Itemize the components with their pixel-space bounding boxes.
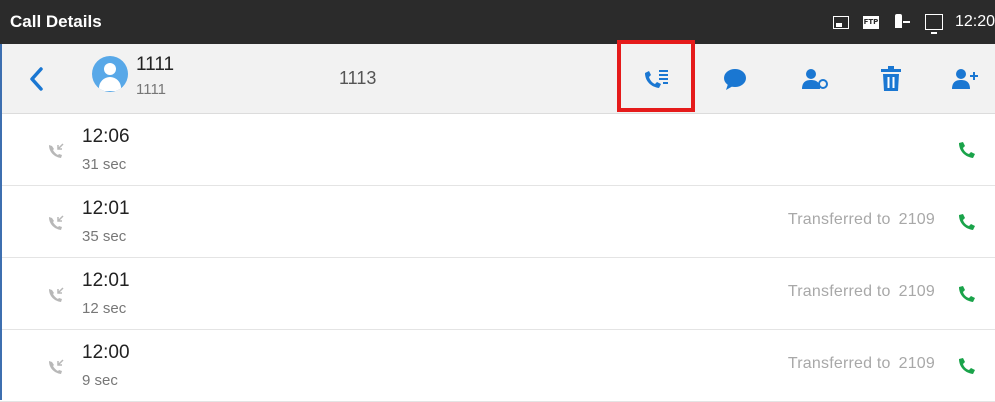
monitor-icon (924, 14, 943, 34)
call-back-button[interactable] (951, 278, 983, 310)
call-time: 12:00 (82, 342, 130, 363)
call-details-header: 1111 1111 1113 (0, 44, 995, 114)
call-duration: 31 sec (82, 156, 127, 173)
back-chevron-icon[interactable] (26, 65, 48, 93)
ftp-icon: FTP (862, 15, 879, 29)
image-icon (832, 15, 849, 29)
add-contact-button[interactable] (930, 44, 995, 114)
call-time: 12:06 (82, 126, 130, 147)
call-back-button[interactable] (951, 206, 983, 238)
call-direction-icon (49, 359, 64, 374)
call-duration: 12 sec (82, 300, 127, 317)
call-duration: 35 sec (82, 228, 127, 245)
call-log-button[interactable] (621, 44, 691, 114)
call-log-icon (645, 70, 668, 88)
call-back-button[interactable] (951, 134, 983, 166)
status-bar: Call Details FTP 12:20 (0, 0, 995, 44)
status-clock: 12:20 (954, 13, 995, 30)
contact-settings-icon (802, 69, 828, 89)
phone-icon (959, 142, 975, 158)
screen-edge (0, 44, 2, 400)
contact-settings-button[interactable] (780, 44, 850, 114)
transfer-number: 2109 (898, 355, 935, 372)
phone-icon (959, 286, 975, 302)
phone-icon (959, 358, 975, 374)
call-note: Transferred to 2109 (788, 355, 935, 373)
call-time: 12:01 (82, 270, 130, 291)
transfer-label: Transferred to (787, 355, 891, 372)
call-note: Transferred to 2109 (788, 211, 935, 229)
local-account-number: 1113 (339, 68, 377, 88)
transfer-number: 2109 (898, 283, 935, 300)
window-title: Call Details (10, 12, 102, 31)
call-note: Transferred to 2109 (788, 283, 935, 301)
call-row[interactable]: 12:06 31 sec (0, 114, 995, 186)
transfer-number: 2109 (898, 211, 935, 228)
status-icons: FTP 12:20 (819, 0, 995, 44)
call-row[interactable]: 12:00 9 sec Transferred to 2109 (0, 330, 995, 402)
call-time: 12:01 (82, 198, 130, 219)
message-button[interactable] (700, 44, 770, 114)
call-duration: 9 sec (82, 372, 118, 389)
transfer-label: Transferred to (787, 283, 891, 300)
avatar (92, 56, 128, 92)
add-contact-icon (952, 69, 978, 89)
transfer-label: Transferred to (787, 211, 891, 228)
usb-icon (893, 14, 911, 30)
call-note (927, 139, 935, 157)
delete-button[interactable] (856, 44, 926, 114)
call-back-button[interactable] (951, 350, 983, 382)
call-row[interactable]: 12:01 12 sec Transferred to 2109 (0, 258, 995, 330)
call-row[interactable]: 12:01 35 sec Transferred to 2109 (0, 186, 995, 258)
phone-icon (959, 214, 975, 230)
contact-number: 1111 (136, 81, 167, 98)
message-icon (724, 69, 746, 90)
call-direction-icon (49, 215, 64, 230)
contact-name: 1111 (136, 54, 175, 75)
call-direction-icon (49, 287, 64, 302)
call-direction-icon (49, 143, 64, 158)
delete-icon (881, 66, 901, 91)
